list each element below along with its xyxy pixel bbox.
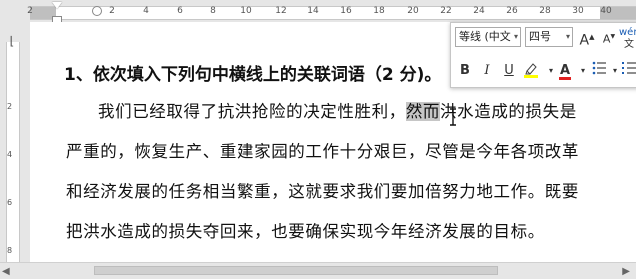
vertical-ruler-number: 8 bbox=[7, 246, 13, 255]
ruler-number: 28 bbox=[539, 6, 551, 16]
font-size-value: 四号 bbox=[529, 30, 551, 43]
scrollbar-thumb[interactable] bbox=[94, 266, 498, 275]
underline-button[interactable]: U bbox=[499, 61, 519, 81]
ruler-number: 10 bbox=[240, 6, 252, 16]
horizontal-ruler[interactable]: 2 2 4 6 8 10 12 14 16 18 20 22 24 26 28 … bbox=[0, 0, 636, 28]
vertical-ruler-number: 4 bbox=[7, 150, 13, 159]
vertical-ruler[interactable]: 2 4 6 8 bbox=[0, 22, 24, 262]
grow-font-label: A bbox=[579, 32, 590, 49]
text-cursor-icon bbox=[448, 108, 458, 126]
font-name-value: 等线 (中文 bbox=[459, 30, 511, 43]
ruler-number: 12 bbox=[275, 6, 287, 16]
paragraph-line-4: 把洪水造成的损失夺回来，也要确保实现今年经济发展的目标。 bbox=[66, 222, 545, 241]
paragraph-line-3: 和经济发展的任务相当繁重，这就要求我们要加倍努力地工作。既要 bbox=[66, 182, 579, 201]
shrink-font-button[interactable]: A▼ bbox=[599, 27, 619, 47]
horizontal-scrollbar[interactable]: ◀ ▶ bbox=[0, 262, 636, 279]
tab-stop-marker[interactable] bbox=[92, 6, 102, 16]
highlight-button[interactable] bbox=[521, 61, 541, 81]
ruler-number: 24 bbox=[473, 6, 485, 16]
chevron-down-icon: ▾ bbox=[565, 32, 570, 41]
highlighter-icon bbox=[524, 63, 538, 78]
bullet-list-icon bbox=[592, 61, 606, 75]
italic-button[interactable]: I bbox=[477, 61, 497, 81]
font-color-label: A bbox=[559, 63, 571, 78]
scroll-left-icon[interactable]: ◀ bbox=[2, 266, 10, 277]
ruler-number: 2 bbox=[109, 6, 115, 16]
vertical-ruler-number: 2 bbox=[7, 102, 13, 111]
paragraph-line-1: 我们已经取得了抗洪抢险的决定性胜利，然而洪水造成的损失是 bbox=[98, 98, 577, 122]
paragraph-line-2: 严重的，恢复生产、重建家园的工作十分艰巨，尽管是今年各项改革 bbox=[66, 142, 579, 161]
font-size-dropdown[interactable]: 四号 ▾ bbox=[525, 27, 573, 47]
scroll-right-icon[interactable]: ▶ bbox=[622, 266, 630, 277]
font-color-button[interactable]: A bbox=[555, 61, 575, 81]
chevron-down-icon: ▾ bbox=[513, 32, 518, 41]
selected-text[interactable]: 然而 bbox=[405, 102, 441, 121]
ruler-number: 14 bbox=[307, 6, 319, 16]
tab-selector-icon[interactable]: ⌊ bbox=[5, 34, 19, 48]
ruler-number: 30 bbox=[572, 6, 584, 16]
ruler-number: 20 bbox=[407, 6, 419, 16]
ruler-number: 40 bbox=[600, 6, 612, 16]
bold-button[interactable]: B bbox=[455, 61, 475, 81]
ruler-number: 16 bbox=[340, 6, 352, 16]
font-color-swatch bbox=[559, 77, 571, 80]
ruler-number: 26 bbox=[506, 6, 518, 16]
ruler-number: 6 bbox=[177, 6, 183, 16]
phonetic-guide-icon: wén bbox=[619, 27, 636, 38]
first-line-indent-marker[interactable] bbox=[52, 2, 62, 9]
ruler-number: 8 bbox=[210, 6, 216, 16]
grow-font-button[interactable]: A▲ bbox=[577, 27, 597, 49]
numbering-button[interactable] bbox=[619, 61, 636, 81]
ruler-number: 2 bbox=[27, 6, 33, 16]
vertical-ruler-number: 6 bbox=[7, 198, 13, 207]
ruler-number: 4 bbox=[143, 6, 149, 16]
phonetic-guide-label: 文 bbox=[624, 39, 634, 50]
line1-text-after: 洪水造成的损失是 bbox=[440, 102, 577, 121]
mini-toolbar: 等线 (中文 ▾ 四号 ▾ A▲ A▼ wén文 B I U ▾ A ▾ ▾ bbox=[450, 22, 636, 88]
question-heading: 1、依次填入下列句中横线上的关联词语（2 分)。 bbox=[64, 65, 442, 85]
ruler-number: 22 bbox=[440, 6, 452, 16]
font-name-dropdown[interactable]: 等线 (中文 ▾ bbox=[455, 27, 521, 47]
ruler-number: 18 bbox=[373, 6, 385, 16]
numbered-list-icon bbox=[622, 62, 636, 74]
phonetic-guide-button[interactable]: wén文 bbox=[619, 27, 636, 50]
line1-text-before: 我们已经取得了抗洪抢险的决定性胜利， bbox=[98, 102, 406, 121]
